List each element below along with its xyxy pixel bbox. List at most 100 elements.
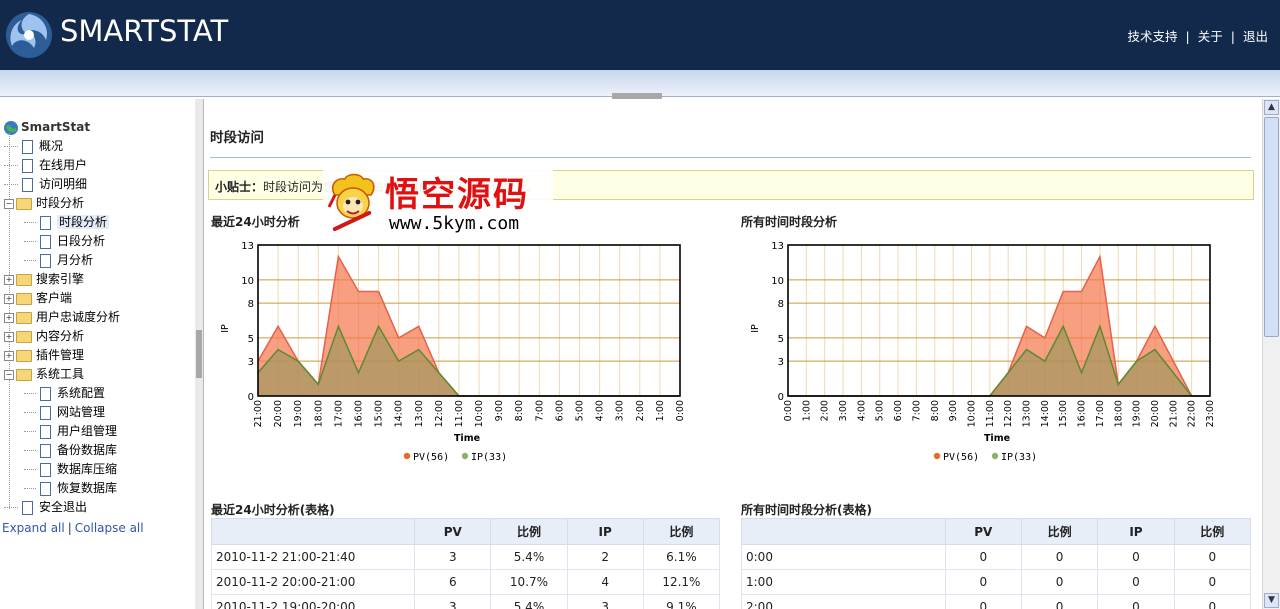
document-icon (40, 253, 51, 268)
x-tick-label: 18:00 (1113, 400, 1124, 427)
table-cell: 5.4% (490, 544, 568, 570)
document-icon (40, 405, 51, 420)
table-header-cell: IP (566, 518, 644, 545)
table-row: 2010-11-2 19:00-20:00 3 5.4% 3 9.1% (210, 594, 721, 609)
collapse-icon[interactable]: − (4, 369, 14, 380)
tree-item-5[interactable]: 日段分析 (24, 232, 105, 250)
table-cell: 4 (566, 569, 644, 595)
tree-item-0[interactable]: 概况 (4, 137, 63, 155)
tech-support-link[interactable]: 技术支持 (1128, 29, 1178, 44)
x-tick-label: 18:00 (313, 400, 324, 427)
legend-label-0: PV(56) (413, 452, 449, 463)
tree-item-7[interactable]: + 搜索引擎 (4, 270, 84, 288)
expand-icon[interactable]: + (4, 331, 14, 342)
expand-icon[interactable]: + (4, 293, 14, 304)
collapse-all-link[interactable]: Collapse all (75, 521, 144, 535)
x-tick-label: 5:00 (875, 400, 886, 421)
y-tick-label: 8 (778, 299, 784, 310)
tree-item-1[interactable]: 在线用户 (4, 156, 87, 174)
expand-icon[interactable]: + (4, 274, 14, 285)
table-all-time: PV 比例 IP 比例 0:00 0 0 0 0 1:00 0 0 0 0 2:00 0 0 0 0 (741, 518, 1252, 609)
table-cell: 0 (944, 569, 1022, 595)
tree-item-label: 日段分析 (57, 234, 106, 248)
watermark-url: www.5kym.com (389, 213, 520, 234)
x-tick-label: 2:00 (820, 400, 831, 421)
document-icon (40, 386, 51, 401)
tree-item-15[interactable]: 用户组管理 (24, 422, 117, 440)
expand-icon[interactable]: + (4, 350, 14, 361)
tree-item-11[interactable]: + 插件管理 (4, 346, 84, 364)
table-header-cell (741, 518, 946, 545)
main-scrollbar[interactable]: ▲ ▼ (1262, 99, 1280, 609)
tree-item-16[interactable]: 备份数据库 (24, 441, 117, 459)
document-icon (40, 424, 51, 439)
area-chart: 035810130:00 1:00 2:00 3:00 4:00 5:00 6:00 7:00… (750, 241, 1216, 463)
folder-icon (16, 292, 32, 305)
tree-item-6[interactable]: 月分析 (24, 251, 93, 269)
table-cell: 2 (566, 544, 644, 570)
scrollbar-thumb[interactable] (1264, 117, 1279, 337)
table-cell: 5.4% (490, 594, 568, 609)
table-cell: 0 (1173, 569, 1252, 595)
tree-item-13[interactable]: 系统配置 (24, 384, 105, 402)
tree-item-14[interactable]: 网站管理 (24, 403, 105, 421)
x-axis-title: Time (454, 433, 480, 444)
tree-item-8[interactable]: + 客户端 (4, 289, 72, 307)
folder-icon (16, 197, 32, 210)
scroll-up-arrow-icon[interactable]: ▲ (1264, 100, 1279, 115)
tree-item-12[interactable]: − 系统工具 (4, 365, 84, 383)
y-axis-title: IP (220, 324, 231, 333)
watermark-title: 悟空源码 (385, 175, 529, 215)
table-cell: 0 (1097, 544, 1175, 570)
tree-item-2[interactable]: 访问明细 (4, 175, 87, 193)
tree-item-17[interactable]: 数据库压缩 (24, 460, 117, 478)
tree-item-label: 网站管理 (57, 405, 106, 419)
y-tick-label: 13 (241, 241, 254, 252)
x-tick-label: 7:00 (911, 400, 922, 421)
chart-last-24h: 0 3 5 8 10 13 21:00 20:00 19:00 18:00 17:00 16:00 15… (204, 237, 724, 480)
tree-item-label: 系统工具 (36, 367, 85, 381)
left-chart-title: 最近24小时分析 (211, 215, 300, 229)
tree-item-9[interactable]: + 用户忠诚度分析 (4, 308, 120, 326)
x-tick-label: 12:00 (1003, 400, 1014, 427)
tree-item-label: 备份数据库 (57, 443, 118, 457)
tree-item-19[interactable]: 安全退出 (4, 498, 87, 516)
table-cell: 6 (414, 569, 492, 595)
table-cell: 3 (414, 594, 492, 609)
tree-item-4[interactable]: 时段分析 (24, 213, 110, 231)
x-tick-label: 4:00 (856, 400, 867, 421)
table-header-cell (210, 518, 416, 545)
tree-item-18[interactable]: 恢复数据库 (24, 479, 117, 497)
x-tick-label: 23:00 (1205, 400, 1216, 427)
y-tick-label: 5 (778, 334, 784, 345)
page-title: 时段访问 (210, 130, 264, 146)
table-cell: 2010-11-2 21:00-21:40 (210, 544, 416, 570)
x-tick-label: 10:00 (474, 400, 485, 427)
sidebar-collapse-handle[interactable] (196, 330, 202, 378)
x-tick-label: 3:00 (838, 400, 849, 421)
collapse-icon[interactable]: − (4, 198, 14, 209)
tree-expand-collapse-links: Expand all | Collapse all (2, 521, 144, 535)
x-tick-label: 4:00 (595, 400, 606, 421)
scroll-down-arrow-icon[interactable]: ▼ (1264, 593, 1279, 608)
table-cell: 0 (1020, 569, 1099, 595)
folder-icon (16, 330, 32, 343)
about-link[interactable]: 关于 (1198, 29, 1223, 44)
tip-label: 小贴士： (215, 180, 264, 194)
document-icon (40, 443, 51, 458)
expand-all-link[interactable]: Expand all (2, 521, 65, 535)
tree-item-label: 搜索引擎 (36, 272, 85, 286)
x-tick-label: 7:00 (534, 400, 545, 421)
legend-label-1: IP(33) (1001, 452, 1037, 463)
tree-root[interactable]: SmartStat (3, 118, 90, 136)
tree-item-10[interactable]: + 内容分析 (4, 327, 84, 345)
expand-icon[interactable]: + (4, 312, 14, 323)
tree-item-3[interactable]: − 时段分析 (4, 194, 84, 212)
x-tick-label: 6:00 (893, 400, 904, 421)
x-tick-label: 17:00 (1095, 400, 1106, 427)
logout-link[interactable]: 退出 (1243, 29, 1268, 44)
table-last-24h: PV 比例 IP 比例 2010-11-2 21:00-21:40 3 5.4% 2 6.1% 2… (210, 518, 721, 609)
folder-icon (16, 311, 32, 324)
table-cell: 9.1% (642, 594, 721, 609)
folder-icon (16, 368, 32, 381)
